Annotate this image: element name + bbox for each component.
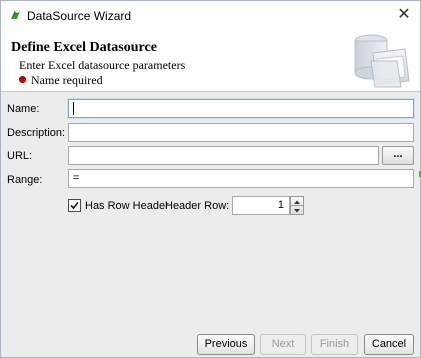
url-label: URL: <box>7 150 33 162</box>
next-button[interactable]: Next <box>260 334 306 355</box>
header-row-spinner[interactable]: 1 <box>232 196 290 215</box>
app-icon <box>9 8 22 21</box>
name-input[interactable] <box>68 99 414 118</box>
header-title: Define Excel Datasource <box>11 40 157 55</box>
description-input[interactable] <box>68 123 414 142</box>
header-subtitle: Enter Excel datasource parameters <box>19 58 186 72</box>
url-input[interactable] <box>68 146 379 165</box>
text-caret <box>73 101 74 115</box>
has-row-header-label[interactable]: Has Row Header <box>85 200 169 212</box>
spinner-down-icon[interactable] <box>291 206 303 214</box>
previous-button[interactable]: Previous <box>197 334 255 355</box>
cancel-button[interactable]: Cancel <box>364 334 414 355</box>
error-icon <box>19 76 26 83</box>
description-label: Description: <box>7 127 66 139</box>
database-folder-icon <box>347 31 413 89</box>
has-row-header-checkbox[interactable] <box>68 199 81 212</box>
range-input[interactable]: = <box>68 169 414 188</box>
title-bar: DataSource Wizard ✕ <box>1 1 420 29</box>
spinner-up-icon[interactable] <box>291 197 303 206</box>
range-label: Range: <box>7 174 43 186</box>
browse-button[interactable]: ... <box>382 146 414 165</box>
wizard-header: Define Excel Datasource Enter Excel data… <box>1 29 420 92</box>
finish-button[interactable]: Finish <box>311 334 358 355</box>
datasource-wizard-dialog: DataSource Wizard ✕ Define Excel Datasou… <box>0 0 421 358</box>
header-row-label: Header Row: <box>165 200 230 212</box>
header-row-spinner-buttons <box>290 196 304 215</box>
window-title: DataSource Wizard <box>27 9 132 23</box>
name-label: Name: <box>7 103 40 115</box>
close-icon[interactable]: ✕ <box>393 5 415 25</box>
checkmark-icon <box>70 201 79 210</box>
error-message: Name required <box>31 73 103 87</box>
